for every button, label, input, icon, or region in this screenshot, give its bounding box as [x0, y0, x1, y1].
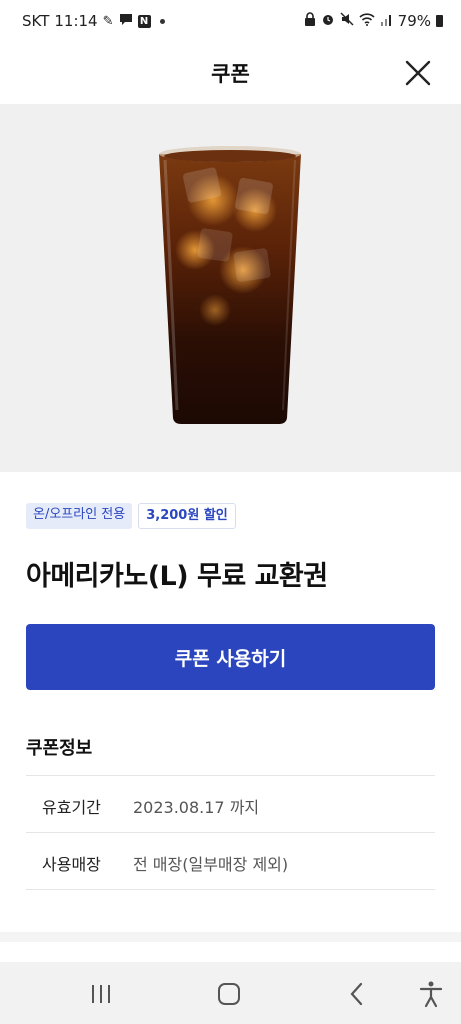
- back-icon: [350, 982, 363, 1006]
- system-nav-bar: [0, 962, 461, 1024]
- dot-icon: [159, 18, 165, 24]
- close-icon: [405, 60, 431, 86]
- info-label: 유효기간: [42, 798, 101, 817]
- info-value: 전 매장(일부매장 제외): [133, 855, 289, 874]
- wifi-icon: [359, 12, 375, 30]
- coupon-badges: 온/오프라인 전용 3,200원 할인: [26, 503, 236, 529]
- header: 쿠폰: [0, 42, 461, 104]
- info-value: 2023.08.17 까지: [133, 798, 260, 817]
- alarm-icon: [321, 12, 335, 30]
- chat-bubble-icon: [119, 13, 133, 30]
- recent-apps-icon: [92, 985, 110, 1003]
- close-button[interactable]: [403, 58, 433, 88]
- mute-icon: [340, 12, 354, 30]
- back-button[interactable]: [342, 980, 372, 1008]
- product-title: 아메리카노(L) 무료 교환권: [26, 561, 328, 592]
- section-divider: [0, 932, 461, 942]
- home-button[interactable]: [214, 980, 244, 1008]
- page-title: 쿠폰: [211, 62, 250, 86]
- clock: 11:14: [54, 12, 98, 30]
- battery-percent: 79%: [397, 12, 431, 30]
- coupon-info-heading: 쿠폰정보: [26, 738, 93, 759]
- status-bar: SKT 11:14 ✎ N 79%: [0, 0, 461, 42]
- status-left: SKT 11:14 ✎ N: [22, 12, 165, 30]
- channel-badge: 온/오프라인 전용: [26, 503, 133, 529]
- info-row-stores: 사용매장 전 매장(일부매장 제외): [26, 832, 435, 890]
- use-coupon-button[interactable]: 쿠폰 사용하기: [26, 624, 435, 690]
- n-app-icon: N: [137, 14, 151, 28]
- battery-icon: [436, 15, 443, 27]
- signal-icon: [380, 12, 393, 30]
- pen-icon: ✎: [102, 13, 114, 29]
- info-label: 사용매장: [42, 855, 101, 874]
- carrier-label: SKT: [22, 12, 50, 30]
- home-icon: [218, 983, 240, 1005]
- lock-icon: [304, 12, 316, 30]
- accessibility-button[interactable]: [416, 980, 446, 1008]
- iced-americano-image: [155, 140, 305, 430]
- accessibility-icon: [419, 981, 443, 1008]
- hero-image-area: [0, 104, 461, 472]
- recent-apps-button[interactable]: [86, 980, 116, 1008]
- info-row-validity: 유효기간 2023.08.17 까지: [26, 775, 435, 832]
- status-right: 79%: [304, 12, 443, 30]
- discount-badge: 3,200원 할인: [138, 503, 236, 529]
